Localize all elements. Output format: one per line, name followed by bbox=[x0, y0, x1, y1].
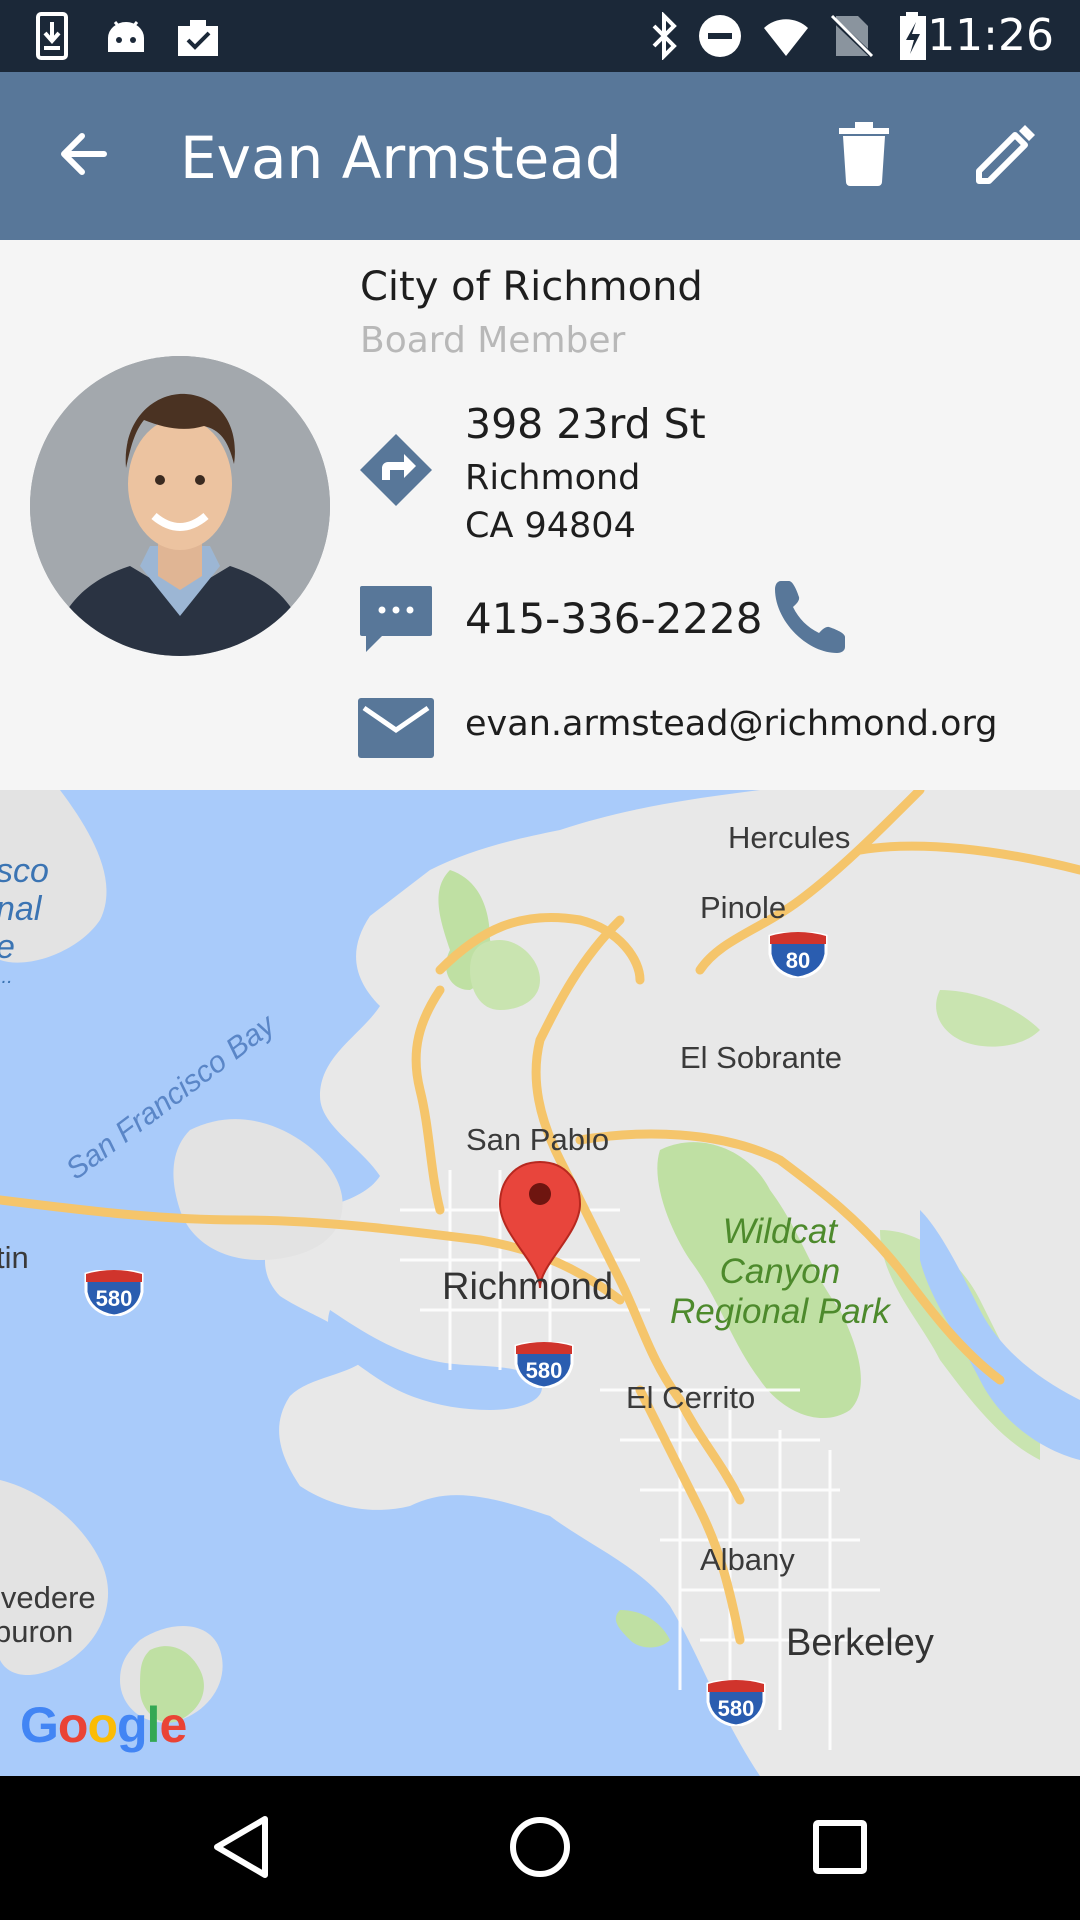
map-label-san-pablo: San Pablo bbox=[466, 1122, 610, 1157]
map-label-berkeley: Berkeley bbox=[786, 1622, 934, 1664]
svg-text:580: 580 bbox=[718, 1696, 755, 1721]
svg-text:580: 580 bbox=[96, 1286, 133, 1311]
do-not-disturb-icon bbox=[696, 12, 744, 60]
map-label-el-cerrito: El Cerrito bbox=[626, 1380, 756, 1415]
phone-icon bbox=[773, 577, 851, 660]
role: Board Member bbox=[360, 320, 626, 361]
google-attribution-logo: Google bbox=[20, 1697, 187, 1753]
contact-card: City of Richmond Board Member 398 23rd S… bbox=[0, 240, 1080, 790]
download-icon bbox=[30, 12, 78, 60]
map-label-edge-top-left: sco nal e ... bbox=[0, 852, 49, 988]
map-view[interactable]: Hercules Pinole El Sobrante San Pablo Ri… bbox=[0, 790, 1080, 1776]
nav-back-button[interactable] bbox=[196, 1804, 286, 1894]
organization: City of Richmond bbox=[360, 264, 703, 310]
delete-button[interactable] bbox=[816, 108, 912, 204]
trash-icon bbox=[839, 121, 889, 191]
back-button[interactable] bbox=[36, 108, 132, 204]
email-address[interactable]: evan.armstead@richmond.org bbox=[465, 704, 997, 744]
phone-number[interactable]: 415-336-2228 bbox=[465, 594, 763, 643]
map-label-wildcat-canyon: Wildcat Canyon Regional Park bbox=[670, 1212, 890, 1331]
page-title: Evan Armstead bbox=[180, 124, 622, 192]
circle-home-icon bbox=[508, 1815, 572, 1884]
map-label-belvedere: lvedere bbox=[0, 1580, 96, 1615]
map-label-el-sobrante: El Sobrante bbox=[680, 1040, 842, 1075]
avatar bbox=[30, 356, 330, 656]
bluetooth-icon bbox=[640, 11, 688, 61]
interstate-580-south-shield: 580 bbox=[704, 1680, 768, 1726]
map-label-tiburon: buron bbox=[0, 1614, 74, 1649]
app-bar: Evan Armstead bbox=[0, 72, 1080, 240]
address-line-1[interactable]: 398 23rd St bbox=[465, 400, 706, 448]
clipboard-check-icon bbox=[174, 12, 222, 60]
mail-icon bbox=[358, 697, 434, 763]
email-button[interactable] bbox=[358, 692, 434, 768]
map-label-albany: Albany bbox=[700, 1542, 795, 1577]
square-recents-icon bbox=[812, 1819, 868, 1880]
address-line-3: CA 94804 bbox=[465, 506, 636, 546]
nav-recents-button[interactable] bbox=[795, 1804, 885, 1894]
interstate-80-shield: 80 bbox=[766, 932, 830, 978]
edit-button[interactable] bbox=[958, 108, 1054, 204]
message-icon bbox=[358, 584, 434, 661]
interstate-580-center-shield: 580 bbox=[512, 1342, 576, 1388]
map-label-richmond: Richmond bbox=[442, 1266, 614, 1308]
triangle-back-icon bbox=[211, 1815, 271, 1884]
navigation-bar bbox=[0, 1776, 1080, 1920]
wifi-icon bbox=[762, 12, 810, 60]
status-clock: 11:26 bbox=[927, 10, 1054, 61]
pencil-icon bbox=[973, 121, 1039, 192]
map-label-hercules: Hercules bbox=[728, 820, 851, 855]
map-label-pinole: Pinole bbox=[700, 890, 787, 925]
interstate-580-west-shield: 580 bbox=[82, 1270, 146, 1316]
nav-home-button[interactable] bbox=[495, 1804, 585, 1894]
android-icon bbox=[102, 12, 150, 60]
status-bar: 11:26 bbox=[0, 0, 1080, 72]
directions-button[interactable] bbox=[358, 432, 434, 513]
map-label-edge-tin: tin bbox=[0, 1240, 29, 1275]
no-sim-icon bbox=[828, 12, 876, 60]
call-button[interactable] bbox=[772, 578, 852, 658]
directions-icon bbox=[358, 432, 434, 513]
address-line-2: Richmond bbox=[465, 458, 641, 498]
svg-text:580: 580 bbox=[526, 1358, 563, 1383]
arrow-back-icon bbox=[56, 126, 112, 187]
svg-text:80: 80 bbox=[786, 948, 810, 973]
message-button[interactable] bbox=[358, 584, 434, 660]
